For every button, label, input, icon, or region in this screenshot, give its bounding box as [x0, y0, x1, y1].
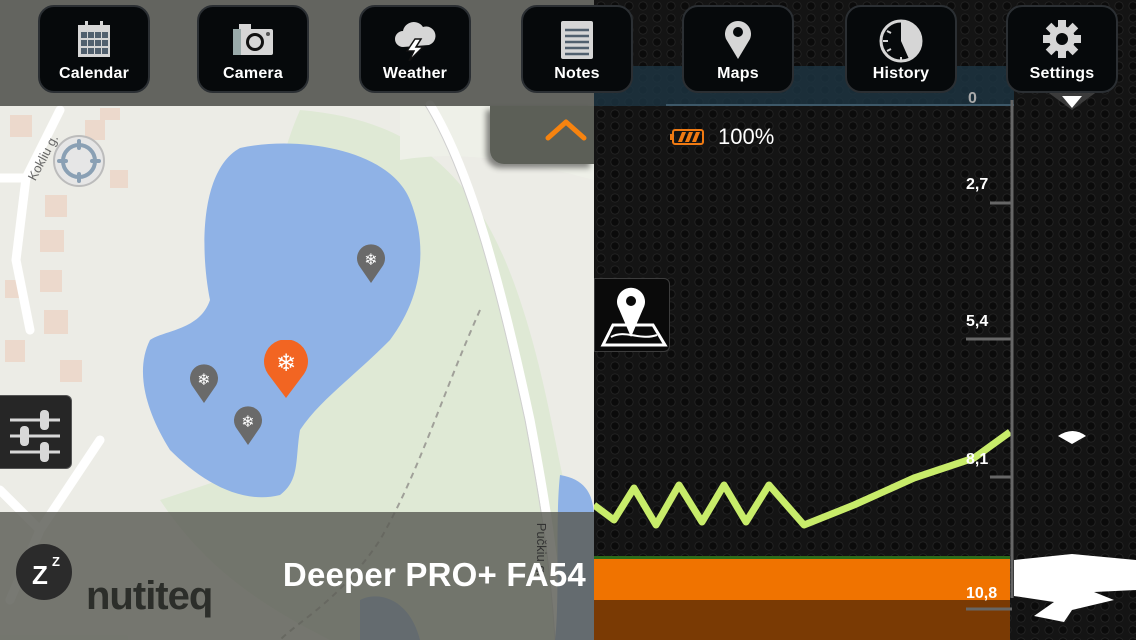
- snowflake-icon: ❄: [276, 349, 296, 377]
- sonar-signal-line: [594, 429, 1013, 529]
- map-marker[interactable]: ❄: [232, 405, 264, 447]
- camera-button[interactable]: Camera: [197, 5, 309, 93]
- menu-label: Camera: [223, 65, 283, 82]
- history-icon: [879, 19, 923, 63]
- map-view-toggle-button[interactable]: [594, 278, 670, 352]
- top-menu-bar: Calendar Camera Weather Notes Maps Histo…: [0, 0, 1136, 106]
- filter-button[interactable]: [0, 395, 72, 469]
- snowflake-icon: ❄: [364, 250, 377, 269]
- battery-icon: [670, 129, 704, 145]
- weather-button[interactable]: Weather: [359, 5, 471, 93]
- menu-label: History: [872, 65, 930, 82]
- settings-button[interactable]: Settings: [1006, 5, 1118, 93]
- sleep-button[interactable]: ZZ: [16, 544, 72, 600]
- collapse-menu-button[interactable]: [490, 106, 594, 164]
- menu-label: Maps: [717, 65, 759, 82]
- maps-icon: [725, 21, 751, 59]
- device-name: Deeper PRO+ FA54: [282, 556, 586, 593]
- menu-label: Calendar: [58, 65, 130, 82]
- depth-scale-label: 2,7: [966, 176, 989, 193]
- sleep-icon: Z: [32, 560, 48, 590]
- notes-button[interactable]: Notes: [521, 5, 633, 93]
- calendar-icon: [78, 21, 110, 57]
- maps-button[interactable]: Maps: [682, 5, 794, 93]
- map-attribution: nutiteq: [86, 574, 213, 618]
- map-marker[interactable]: ❄: [188, 363, 220, 405]
- menu-label: Weather: [382, 65, 448, 82]
- notes-icon: [561, 21, 593, 59]
- map-marker[interactable]: ❄: [355, 243, 387, 285]
- depth-scale-label: 10,8: [966, 585, 998, 602]
- battery-indicator: 100%: [670, 124, 774, 150]
- depth-scale-label: 8,1: [966, 451, 989, 468]
- map-marker-selected[interactable]: ❄: [262, 340, 310, 400]
- chevron-up-icon: [545, 119, 587, 141]
- sliders-icon: [10, 410, 60, 462]
- device-bar: nutiteq ZZ Pučkiu g. Deeper PRO+ FA54: [0, 512, 594, 640]
- weather-icon: [395, 22, 436, 61]
- snowflake-icon: ❄: [241, 412, 254, 431]
- menu-label: Notes: [554, 65, 600, 82]
- battery-level: 100%: [718, 124, 775, 149]
- camera-icon: [233, 24, 273, 55]
- calendar-button[interactable]: Calendar: [38, 5, 150, 93]
- history-button[interactable]: History: [845, 5, 957, 93]
- fish-icon: [1058, 431, 1086, 444]
- locate-me-button[interactable]: [52, 134, 106, 188]
- bottom-profile: [1014, 554, 1136, 622]
- crosshair-icon: [53, 135, 105, 187]
- map-pin-icon: [600, 287, 668, 347]
- menu-label: Settings: [1029, 65, 1095, 82]
- depth-scale-label: 5,4: [966, 313, 989, 330]
- gear-icon: [1043, 20, 1081, 58]
- snowflake-icon: ❄: [197, 370, 210, 389]
